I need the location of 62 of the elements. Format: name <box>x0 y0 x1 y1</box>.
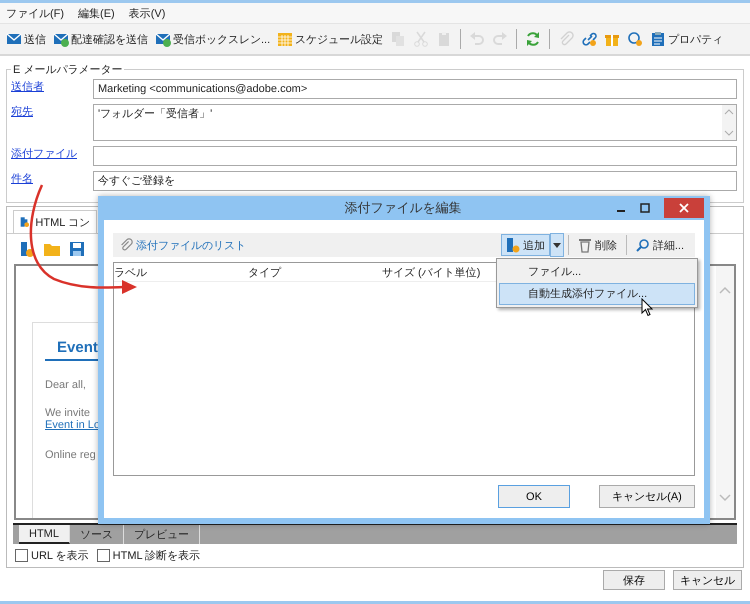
folder-icon[interactable] <box>43 241 61 257</box>
delete-button[interactable]: 削除 <box>572 234 622 256</box>
maximize-icon[interactable] <box>640 203 650 213</box>
menu-item[interactable]: 自動生成添付ファイル... <box>499 283 695 305</box>
input-field[interactable]: Marketing <communications@adobe.com> <box>93 79 737 99</box>
checkbox[interactable] <box>15 549 28 562</box>
input-field[interactable] <box>93 146 737 166</box>
view-tab[interactable]: HTML <box>19 525 70 544</box>
email-text: Online reg <box>45 449 97 461</box>
field-link[interactable]: 添付ファイル <box>11 148 77 160</box>
group-title: E メールパラメーター <box>12 63 124 77</box>
email-text: Dear all, <box>45 379 87 391</box>
menu-item[interactable]: ファイル... <box>499 261 695 283</box>
scroll-up-icon[interactable] <box>719 286 731 294</box>
checkbox[interactable] <box>96 549 110 562</box>
caret-icon[interactable] <box>550 233 564 257</box>
toolbar-button[interactable]: スケジュール設定 <box>275 28 386 50</box>
input-field[interactable]: 今すぐご登録を <box>93 171 737 191</box>
list-label: 添付ファイルのリスト <box>136 238 246 252</box>
trash-icon <box>578 237 592 253</box>
field-link[interactable]: 宛先 <box>11 106 33 118</box>
mail-check-icon <box>155 31 171 47</box>
detail-button[interactable]: 詳細... <box>630 234 689 256</box>
calendar-icon <box>277 31 294 47</box>
view-tab[interactable]: ソース <box>70 525 124 544</box>
toolbar-button[interactable]: 受信ボックスレン... <box>153 28 272 50</box>
checkbox-label: HTML 診断を表示 <box>112 549 200 563</box>
search-icon <box>636 238 650 252</box>
menu-item[interactable]: ファイル(F) <box>6 6 64 20</box>
toolbar-button[interactable]: プロパティ <box>648 28 726 50</box>
view-tab[interactable]: プレビュー <box>124 525 200 544</box>
input-field[interactable]: 'フォルダー「受信者」' <box>93 104 737 141</box>
paperclip-icon <box>119 238 133 252</box>
dialog-title: 添付ファイルを編集 <box>344 199 462 217</box>
email-text: We invite <box>45 407 92 419</box>
field-link[interactable]: 件名 <box>11 173 33 185</box>
menu-item[interactable]: 表示(V) <box>128 6 166 20</box>
footer-button[interactable]: キャンセル <box>673 570 742 590</box>
menu-item[interactable]: 編集(E) <box>78 6 115 20</box>
scroll-down-icon[interactable] <box>724 130 734 136</box>
dialog-button[interactable]: キャンセル(A) <box>599 485 695 508</box>
cursor-icon <box>641 298 653 317</box>
scroll-down-icon[interactable] <box>719 494 731 502</box>
add-button[interactable]: 追加 <box>500 234 550 256</box>
document-icon <box>506 237 520 253</box>
toolbar-button[interactable]: 配達確認を送信 <box>51 28 150 50</box>
save-icon[interactable] <box>69 241 85 257</box>
mail-icon <box>6 31 22 47</box>
mail-check-icon <box>53 31 69 47</box>
dialog-button[interactable]: OK <box>498 485 570 508</box>
footer-button[interactable]: 保存 <box>603 570 665 590</box>
content-tab[interactable]: HTML コン <box>13 210 97 233</box>
checkbox-label: URL を表示 <box>31 549 89 563</box>
field-link[interactable]: 送信者 <box>11 81 44 93</box>
scroll-up-icon[interactable] <box>724 109 734 115</box>
close-icon[interactable] <box>679 203 689 213</box>
toolbar-button[interactable]: 送信 <box>4 28 48 50</box>
column-header[interactable]: タイプ <box>248 264 382 280</box>
clipboard-icon <box>650 31 666 47</box>
new-document-icon[interactable] <box>19 241 35 257</box>
close-button[interactable] <box>664 198 704 218</box>
column-header[interactable]: ラベル <box>114 264 248 280</box>
